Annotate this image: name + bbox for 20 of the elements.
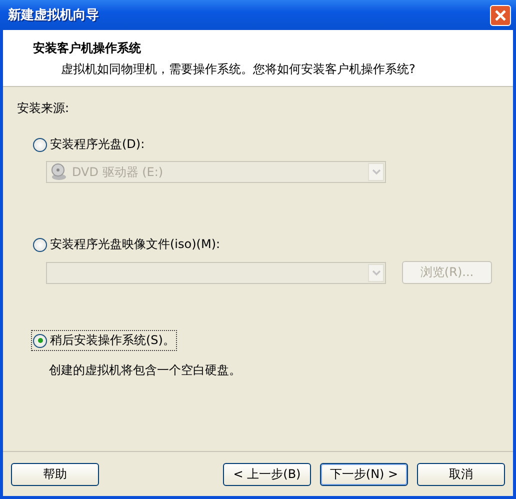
chevron-down-icon <box>372 270 380 276</box>
radio-button[interactable] <box>33 138 47 152</box>
wizard-button[interactable]: 下一步(N) > <box>320 462 408 486</box>
close-button[interactable] <box>490 4 511 26</box>
radio-button[interactable] <box>33 334 47 348</box>
section-label: 安装来源: <box>17 100 70 117</box>
chevron-down-icon <box>372 169 380 175</box>
wizard-button[interactable]: 取消 <box>417 462 505 486</box>
drive-icon <box>50 163 68 181</box>
option-description: 创建的虚拟机将包含一个空白硬盘。 <box>49 362 242 379</box>
step-description: 虚拟机如同物理机，需要操作系统。您将如何安装客户机操作系统? <box>61 61 416 78</box>
radio-option[interactable]: 安装程序光盘映像文件(iso)(M): <box>31 234 222 255</box>
wizard-button[interactable]: < 上一步(B) <box>223 462 311 486</box>
close-icon <box>494 8 507 22</box>
wizard-button[interactable]: 帮助 <box>11 462 99 486</box>
radio-option[interactable]: 安装程序光盘(D): <box>31 134 147 155</box>
step-title: 安装客户机操作系统 <box>33 40 142 57</box>
window-title: 新建虚拟机向导 <box>8 6 99 24</box>
radio-button[interactable] <box>33 238 47 252</box>
radio-option[interactable]: 稍后安装操作系统(S)。 <box>31 330 177 351</box>
